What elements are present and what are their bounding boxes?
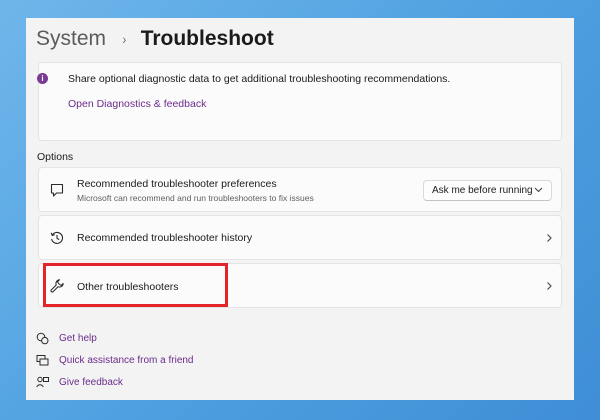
link-label: Quick assistance from a friend [59,354,194,366]
settings-window: System › Troubleshoot i Share optional d… [26,18,574,400]
breadcrumb: System › Troubleshoot [36,26,274,52]
troubleshooter-history-row[interactable]: Recommended troubleshooter history [38,215,562,260]
chevron-down-icon [534,187,543,193]
troubleshooter-preference-dropdown[interactable]: Ask me before running [423,180,552,201]
diagnostics-info-text: Share optional diagnostic data to get ad… [68,73,451,85]
wrench-icon [50,279,64,293]
row-subtitle: Microsoft can recommend and run troubles… [77,193,314,203]
row-title: Recommended troubleshooter history [77,232,253,244]
chevron-right-icon [547,234,552,242]
chevron-right-icon [547,282,552,290]
feedback-icon [36,376,49,387]
link-label: Give feedback [59,376,123,388]
help-icon [36,332,49,344]
row-title: Other troubleshooters [77,281,179,293]
dropdown-selected-value: Ask me before running [432,185,533,196]
row-title: Recommended troubleshooter preferences [77,178,277,190]
link-label: Get help [59,332,97,344]
quick-assistance-link[interactable]: Quick assistance from a friend [36,352,194,368]
page-title: Troubleshoot [140,27,274,50]
open-diagnostics-link[interactable]: Open Diagnostics & feedback [68,98,206,110]
get-help-link[interactable]: Get help [36,330,97,346]
chevron-right-icon: › [122,31,127,47]
breadcrumb-system[interactable]: System [36,27,106,51]
chat-bubble-icon [50,183,64,197]
quick-assist-icon [36,354,49,365]
other-troubleshooters-row[interactable]: Other troubleshooters [38,263,562,308]
give-feedback-link[interactable]: Give feedback [36,374,123,390]
history-icon [50,231,63,244]
options-section-title: Options [37,151,74,163]
info-icon: i [37,73,48,84]
